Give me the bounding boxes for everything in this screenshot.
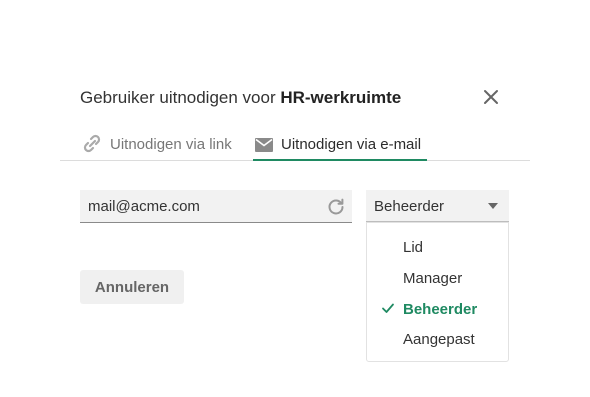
tab-invite-email-label: Uitnodigen via e-mail	[281, 136, 422, 153]
cancel-button[interactable]: Annuleren	[80, 270, 184, 304]
role-dropdown-menu: Lid Manager Beheerder Aangepast	[366, 222, 509, 362]
tab-invite-link-label: Uitnodigen via link	[110, 135, 232, 153]
role-option-label: Aangepast	[403, 331, 475, 348]
dialog-title: Gebruiker uitnodigen voor HR-werkruimte	[80, 88, 401, 108]
close-icon[interactable]	[481, 87, 501, 107]
role-option-label: Beheerder	[403, 301, 478, 318]
role-option-manager[interactable]: Manager	[367, 264, 508, 292]
tab-bar: Uitnodigen via link Uitnodigen via e-mai…	[60, 130, 530, 161]
role-select-value: Beheerder	[374, 198, 445, 215]
role-option-lid[interactable]: Lid	[367, 233, 508, 261]
role-select[interactable]: Beheerder	[366, 190, 509, 222]
tab-invite-email[interactable]: Uitnodigen via e-mail	[253, 130, 428, 161]
workspace-name: HR-werkruimte	[280, 88, 402, 107]
link-icon	[82, 134, 104, 154]
mail-icon	[253, 135, 275, 155]
caret-down-icon	[488, 203, 498, 209]
refresh-icon[interactable]	[326, 196, 346, 216]
dialog-title-prefix: Gebruiker uitnodigen voor	[80, 88, 281, 107]
tab-invite-link[interactable]: Uitnodigen via link	[82, 130, 232, 158]
check-icon	[382, 303, 394, 313]
role-option-label: Manager	[403, 270, 463, 287]
role-option-aangepast[interactable]: Aangepast	[367, 325, 508, 353]
email-field	[80, 190, 352, 223]
role-option-label: Lid	[403, 239, 424, 256]
email-input[interactable]	[88, 190, 318, 222]
role-option-beheerder[interactable]: Beheerder	[367, 295, 508, 323]
